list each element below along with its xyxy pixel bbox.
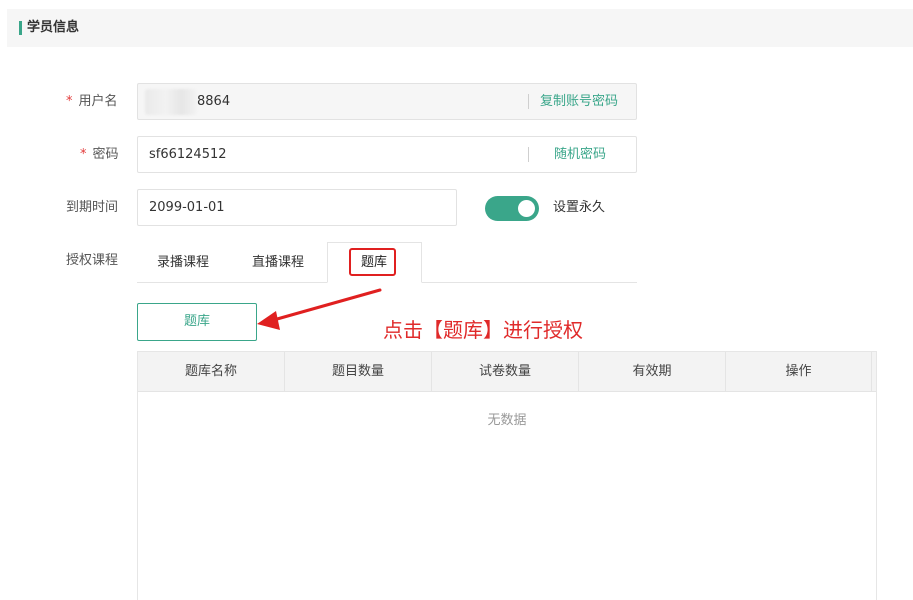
table-header: 题库名称 题目数量 试卷数量 有效期 操作: [138, 352, 876, 392]
column-header: 题目数量: [285, 352, 432, 392]
column-header: 有效期: [579, 352, 726, 392]
column-header: 题库名称: [138, 352, 285, 392]
question-bank-table: 题库名称 题目数量 试卷数量 有效期 操作 无数据: [137, 351, 877, 600]
column-header: 操作: [726, 352, 872, 392]
annotation-text: 点击【题库】进行授权: [383, 318, 583, 342]
empty-state-text: 无数据: [487, 413, 527, 428]
column-header: 试卷数量: [432, 352, 579, 392]
